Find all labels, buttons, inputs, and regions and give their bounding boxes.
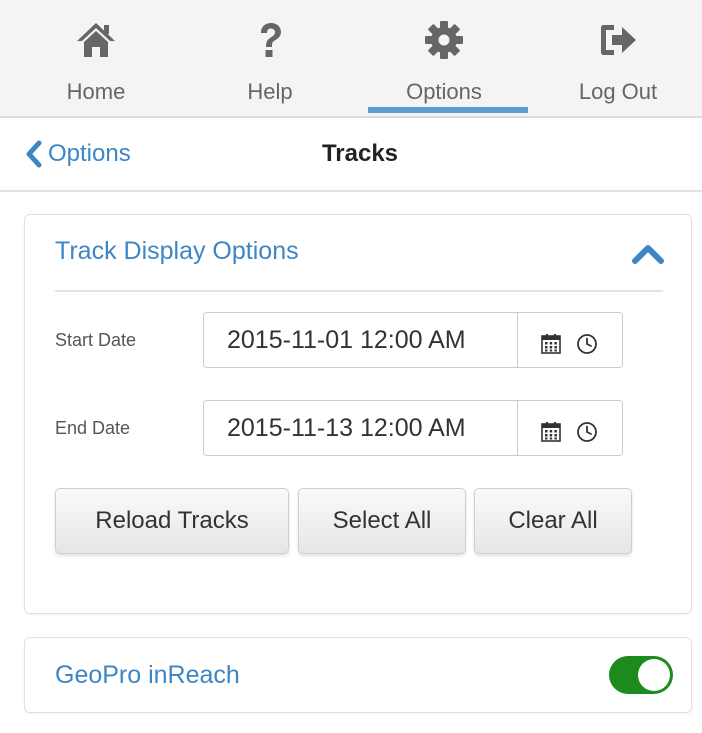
gear-icon — [425, 21, 463, 59]
end-date-label: End Date — [55, 418, 131, 438]
chevron-up-icon[interactable] — [631, 243, 665, 265]
device-name[interactable]: GeoPro inReach — [55, 661, 240, 690]
nav-help[interactable]: Help — [190, 0, 350, 116]
top-nav: Home Help Options Log Out — [0, 0, 702, 118]
toggle-knob — [638, 659, 670, 691]
nav-logout-label: Log Out — [578, 79, 658, 104]
nav-options[interactable]: Options — [364, 0, 524, 116]
select-all-button[interactable]: Select All — [298, 488, 466, 554]
track-display-panel: Track Display Options Start Date 2015-11… — [24, 214, 692, 614]
nav-home[interactable]: Home — [16, 0, 176, 116]
nav-logout[interactable]: Log Out — [538, 0, 698, 116]
page-title: Tracks — [321, 140, 399, 167]
calendar-icon[interactable] — [540, 421, 562, 443]
panel-title[interactable]: Track Display Options — [55, 237, 299, 266]
clock-icon[interactable] — [576, 333, 598, 355]
end-date-group — [203, 400, 623, 456]
start-date-label: Start Date — [55, 330, 137, 350]
nav-options-label: Options — [406, 79, 482, 104]
reload-tracks-button[interactable]: Reload Tracks — [55, 488, 289, 554]
start-date-input[interactable] — [204, 313, 517, 367]
question-icon — [261, 23, 281, 57]
active-tab-indicator — [368, 107, 528, 113]
logout-icon — [601, 25, 636, 55]
panel-divider — [55, 290, 663, 292]
home-icon — [77, 23, 115, 57]
end-date-input[interactable] — [204, 401, 517, 455]
device-visibility-toggle[interactable] — [609, 656, 673, 694]
clock-icon[interactable] — [576, 421, 598, 443]
sub-header: Options Tracks — [0, 118, 702, 192]
clear-all-button[interactable]: Clear All — [474, 488, 632, 554]
end-date-addon — [517, 401, 622, 455]
device-panel: GeoPro inReach — [24, 637, 692, 713]
nav-home-label: Home — [66, 79, 126, 104]
start-date-group — [203, 312, 623, 368]
nav-help-label: Help — [247, 79, 293, 104]
calendar-icon[interactable] — [540, 333, 562, 355]
start-date-addon — [517, 313, 622, 367]
